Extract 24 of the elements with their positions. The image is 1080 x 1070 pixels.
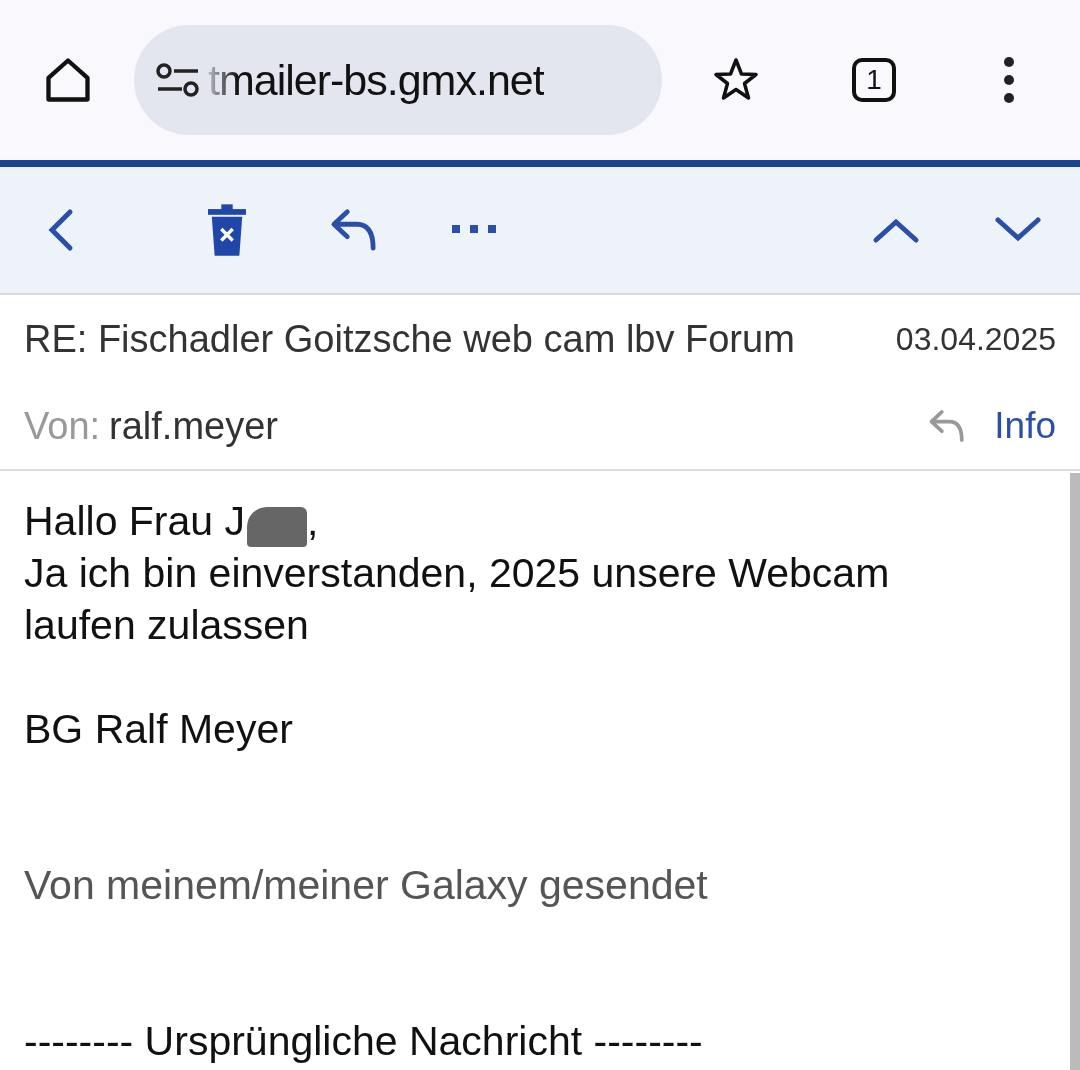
from-label: Von: <box>24 404 101 448</box>
signature-text: Von meinem/meiner Galaxy gesendet <box>24 861 709 910</box>
reply-icon[interactable] <box>330 208 378 252</box>
tab-count-button[interactable]: 1 <box>852 58 896 102</box>
body-text: -------- Ursprüngliche Nachricht -------- <box>24 1017 704 1066</box>
address-bar[interactable]: tmailer-bs.gmx.net <box>134 25 662 135</box>
up-icon[interactable] <box>872 216 920 244</box>
sender-name: ralf.meyer <box>109 404 278 448</box>
url-text: tmailer-bs.gmx.net <box>208 55 544 105</box>
email-subject: RE: Fischadler Goitzsche web cam lbv Forum <box>24 317 795 361</box>
down-icon[interactable] <box>994 216 1042 244</box>
info-link[interactable]: Info <box>994 405 1056 447</box>
body-text: BG Ralf Meyer <box>24 705 294 754</box>
site-settings-icon[interactable] <box>156 63 200 97</box>
more-icon[interactable] <box>452 225 498 235</box>
greeting-text: Hallo Frau J <box>24 497 245 546</box>
scrollbar[interactable] <box>1070 473 1080 1070</box>
body-text: Ja ich bin einverstanden, 2025 unsere Webcam laufen zulassen <box>24 549 891 650</box>
greeting-comma: , <box>307 497 319 546</box>
menu-icon[interactable] <box>1002 56 1016 104</box>
redaction-mark <box>247 507 307 547</box>
reply-icon[interactable] <box>928 409 967 443</box>
trash-icon[interactable] <box>208 204 246 256</box>
email-date: 03.04.2025 <box>895 320 1056 358</box>
